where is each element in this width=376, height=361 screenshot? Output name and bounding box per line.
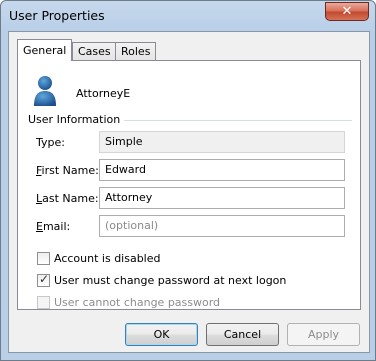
- tab-roles[interactable]: Roles: [115, 42, 157, 60]
- apply-button: Apply: [287, 323, 360, 346]
- close-button[interactable]: ✕: [325, 2, 369, 21]
- first-name-label: First Name:: [36, 164, 99, 177]
- close-icon: ✕: [341, 4, 353, 19]
- account-disabled-checkbox-row[interactable]: Account is disabled: [37, 252, 161, 265]
- email-label: Email:: [36, 220, 71, 233]
- user-icon: [34, 76, 56, 106]
- tab-roles-label: Roles: [121, 45, 151, 58]
- tab-general-label: General: [23, 44, 67, 57]
- username-label: AttorneyE: [76, 87, 131, 100]
- email-input[interactable]: (optional): [99, 215, 345, 237]
- group-divider: [98, 120, 352, 121]
- dialog-client-area: General Cases Roles AttorneyE User Infor…: [8, 31, 370, 353]
- tab-cases-label: Cases: [78, 45, 111, 58]
- user-information-group-title: User Information: [28, 113, 125, 126]
- cannot-change-password-label: User cannot change password: [54, 296, 221, 309]
- must-change-password-label: User must change password at next logon: [54, 274, 287, 287]
- general-tab-panel: AttorneyE User Information Type: Simple …: [17, 60, 361, 310]
- window-title: User Properties: [9, 8, 105, 23]
- type-label: Type:: [36, 136, 65, 149]
- user-properties-dialog: User Properties ✕ General Cases Roles At…: [0, 0, 376, 361]
- account-disabled-label: Account is disabled: [54, 252, 161, 265]
- type-field: Simple: [99, 131, 345, 153]
- first-name-input[interactable]: Edward: [99, 159, 345, 181]
- must-change-password-checkbox-row[interactable]: User must change password at next logon: [37, 272, 287, 287]
- must-change-password-checkbox[interactable]: [37, 272, 50, 287]
- account-disabled-checkbox[interactable]: [37, 252, 50, 265]
- last-name-input[interactable]: Attorney: [99, 187, 345, 209]
- ok-button[interactable]: OK: [125, 323, 198, 346]
- title-bar[interactable]: User Properties ✕: [1, 1, 375, 31]
- cannot-change-password-checkbox: [37, 296, 50, 309]
- cancel-button[interactable]: Cancel: [206, 323, 279, 346]
- tab-general[interactable]: General: [17, 39, 73, 61]
- last-name-label: Last Name:: [36, 192, 99, 205]
- tab-cases[interactable]: Cases: [72, 42, 117, 60]
- cannot-change-password-checkbox-row: User cannot change password: [37, 296, 220, 309]
